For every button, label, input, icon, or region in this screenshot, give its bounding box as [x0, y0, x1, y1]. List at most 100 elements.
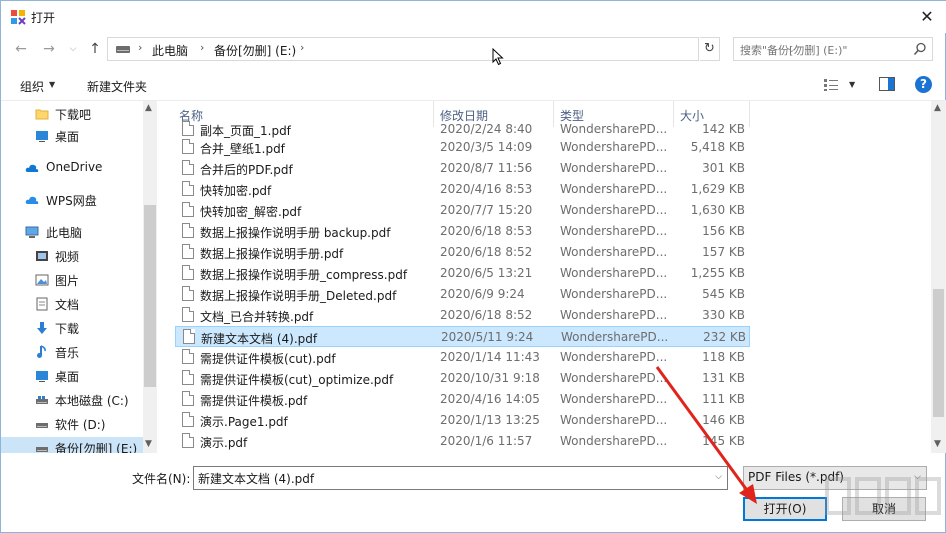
file-type: WondersharePD... [560, 308, 668, 322]
file-row[interactable]: 快转加密_解密.pdf 2020/7/7 15:20 WondersharePD… [175, 200, 750, 221]
sidebar-item-label: 下载吧 [55, 108, 92, 122]
file-row[interactable]: 数据上报操作说明手册_compress.pdf 2020/6/5 13:21 W… [175, 263, 750, 284]
file-date: 2020/1/6 11:57 [440, 434, 533, 448]
scroll-up-arrow-icon[interactable]: ▲ [934, 103, 941, 113]
file-row[interactable]: 需提供证件模板(cut)_optimize.pdf 2020/10/31 9:1… [175, 368, 750, 389]
file-date: 2020/8/7 11:56 [440, 161, 533, 175]
file-list-scrollbar[interactable]: ▲ ▼ [931, 101, 946, 453]
file-row[interactable]: 演示.Page1.pdf 2020/1/13 13:25 Wondershare… [175, 410, 750, 431]
file-date: 2020/10/31 9:18 [440, 371, 540, 385]
sidebar-item-xiazaiba[interactable]: 下载吧 [1, 103, 143, 125]
file-size: 232 KB [703, 330, 746, 344]
file-date: 2020/7/7 15:20 [440, 203, 533, 217]
search-icon[interactable] [913, 42, 927, 56]
address-bar[interactable]: › 此电脑 › 备份[勿删] (E:) › ⌵ [107, 37, 796, 61]
breadcrumb-separator-icon[interactable]: › [200, 41, 204, 54]
breadcrumb-separator-icon[interactable]: › [138, 41, 142, 54]
pdf-file-icon [182, 391, 194, 406]
sidebar-item-label: 桌面 [55, 130, 80, 144]
file-type: WondersharePD... [560, 371, 668, 385]
computer-icon [25, 226, 39, 238]
sidebar-item-drive-c[interactable]: 本地磁盘 (C:) [1, 389, 143, 411]
filename-combobox[interactable]: ⌵ [193, 466, 728, 490]
scroll-up-arrow-icon[interactable]: ▲ [145, 103, 152, 113]
file-row[interactable]: 演示.pdf 2020/1/6 11:57 WondersharePD... 1… [175, 431, 750, 452]
sidebar-item-this-pc[interactable]: 此电脑 [1, 221, 143, 243]
filename-dropdown-icon[interactable]: ⌵ [715, 472, 722, 482]
sidebar-item-drive-d[interactable]: 软件 (D:) [1, 413, 143, 435]
organize-button[interactable]: 组织 [20, 78, 44, 95]
file-list-scroll-thumb[interactable] [933, 289, 944, 417]
back-arrow-icon[interactable]: ← [11, 39, 31, 59]
sidebar-scrollbar[interactable]: ▲ ▼ [143, 101, 157, 453]
sidebar-item-wps-cloud[interactable]: WPS网盘 [1, 189, 143, 211]
breadcrumb-drive-e[interactable]: 备份[勿删] (E:) [214, 42, 296, 59]
pdf-file-icon [182, 244, 194, 259]
sidebar-item-documents[interactable]: 文档 [1, 293, 143, 315]
new-folder-button[interactable]: 新建文件夹 [87, 78, 147, 95]
refresh-icon[interactable]: ↻ [700, 37, 720, 61]
file-date: 2020/3/5 14:09 [440, 140, 533, 154]
sidebar-item-pictures[interactable]: 图片 [1, 269, 143, 291]
preview-pane-icon[interactable] [879, 77, 895, 91]
forward-arrow-icon[interactable]: → [39, 39, 59, 59]
pdf-file-icon [183, 329, 195, 344]
organize-dropdown-icon[interactable]: ▼ [49, 80, 55, 89]
desktop-icon [36, 371, 48, 382]
file-type: WondersharePD... [560, 182, 668, 196]
view-options-icon[interactable] [823, 78, 839, 92]
breadcrumb-separator-icon[interactable]: › [300, 41, 304, 54]
file-date: 2020/5/11 9:24 [441, 330, 534, 344]
breadcrumb-this-pc[interactable]: 此电脑 [152, 42, 188, 59]
file-row[interactable]: 需提供证件模板(cut).pdf 2020/1/14 11:43 Wonders… [175, 347, 750, 368]
file-row[interactable]: 快转加密.pdf 2020/4/16 8:53 WondersharePD...… [175, 179, 750, 200]
view-dropdown-icon[interactable]: ▼ [849, 80, 855, 89]
sidebar-item-onedrive[interactable]: OneDrive [1, 157, 143, 179]
watermark-logo [825, 477, 941, 515]
file-date: 2020/6/18 8:53 [440, 224, 533, 238]
help-icon[interactable]: ? [915, 76, 932, 93]
up-arrow-icon[interactable]: ↑ [85, 39, 105, 59]
file-type: WondersharePD... [560, 266, 668, 280]
recent-locations-chevron-icon[interactable]: ⌵ [63, 39, 83, 59]
file-type: WondersharePD... [561, 330, 669, 344]
file-row-selected[interactable]: 新建文本文档 (4).pdf 2020/5/11 9:24 Wondershar… [175, 326, 750, 347]
file-size: 1,255 KB [690, 266, 745, 280]
file-size: 118 KB [702, 350, 745, 364]
window-title: 打开 [31, 11, 56, 25]
file-type: WondersharePD... [560, 140, 668, 154]
search-input[interactable] [740, 42, 900, 58]
sidebar-item-label: 视频 [55, 250, 80, 264]
file-row[interactable]: 数据上报操作说明手册_Deleted.pdf 2020/6/9 9:24 Won… [175, 284, 750, 305]
file-size: 545 KB [702, 287, 745, 301]
sidebar-item-downloads[interactable]: 下载 [1, 317, 143, 339]
file-row[interactable]: 文档_已合并转换.pdf 2020/6/18 8:52 WondershareP… [175, 305, 750, 326]
sidebar-scroll-thumb[interactable] [144, 205, 156, 387]
sidebar-item-drive-e[interactable]: 备份[勿删] (E:) [1, 437, 143, 453]
sidebar-item-videos[interactable]: 视频 [1, 245, 143, 267]
file-size: 146 KB [702, 413, 745, 427]
filename-input[interactable] [198, 470, 698, 486]
file-row[interactable]: 数据上报操作说明手册.pdf 2020/6/18 8:52 Wondershar… [175, 242, 750, 263]
scroll-down-arrow-icon[interactable]: ▼ [934, 439, 941, 449]
pdf-file-icon [182, 202, 194, 217]
pdf-file-icon [182, 121, 194, 136]
close-icon[interactable]: ✕ [915, 5, 939, 29]
file-date: 2020/4/16 8:53 [440, 182, 533, 196]
file-row[interactable]: 需提供证件模板.pdf 2020/4/16 14:05 WondershareP… [175, 389, 750, 410]
sidebar-item-desktop[interactable]: 桌面 [1, 125, 143, 147]
search-box[interactable] [733, 37, 933, 61]
file-row[interactable]: 合并后的PDF.pdf 2020/8/7 11:56 WondersharePD… [175, 158, 750, 179]
file-row[interactable]: 合并_壁纸1.pdf 2020/3/5 14:09 WondersharePD.… [175, 137, 750, 158]
app-logo-icon [11, 10, 26, 25]
open-button[interactable]: 打开(O) [743, 497, 827, 521]
sidebar-item-desktop-2[interactable]: 桌面 [1, 365, 143, 387]
file-date: 2020/1/14 11:43 [440, 350, 540, 364]
sidebar-item-label: 音乐 [55, 346, 80, 360]
sidebar-item-label: 下载 [55, 322, 80, 336]
scroll-down-arrow-icon[interactable]: ▼ [145, 439, 152, 449]
folder-icon [35, 109, 49, 120]
pdf-file-icon [182, 433, 194, 448]
file-row[interactable]: 数据上报操作说明手册 backup.pdf 2020/6/18 8:53 Won… [175, 221, 750, 242]
sidebar-item-music[interactable]: 音乐 [1, 341, 143, 363]
